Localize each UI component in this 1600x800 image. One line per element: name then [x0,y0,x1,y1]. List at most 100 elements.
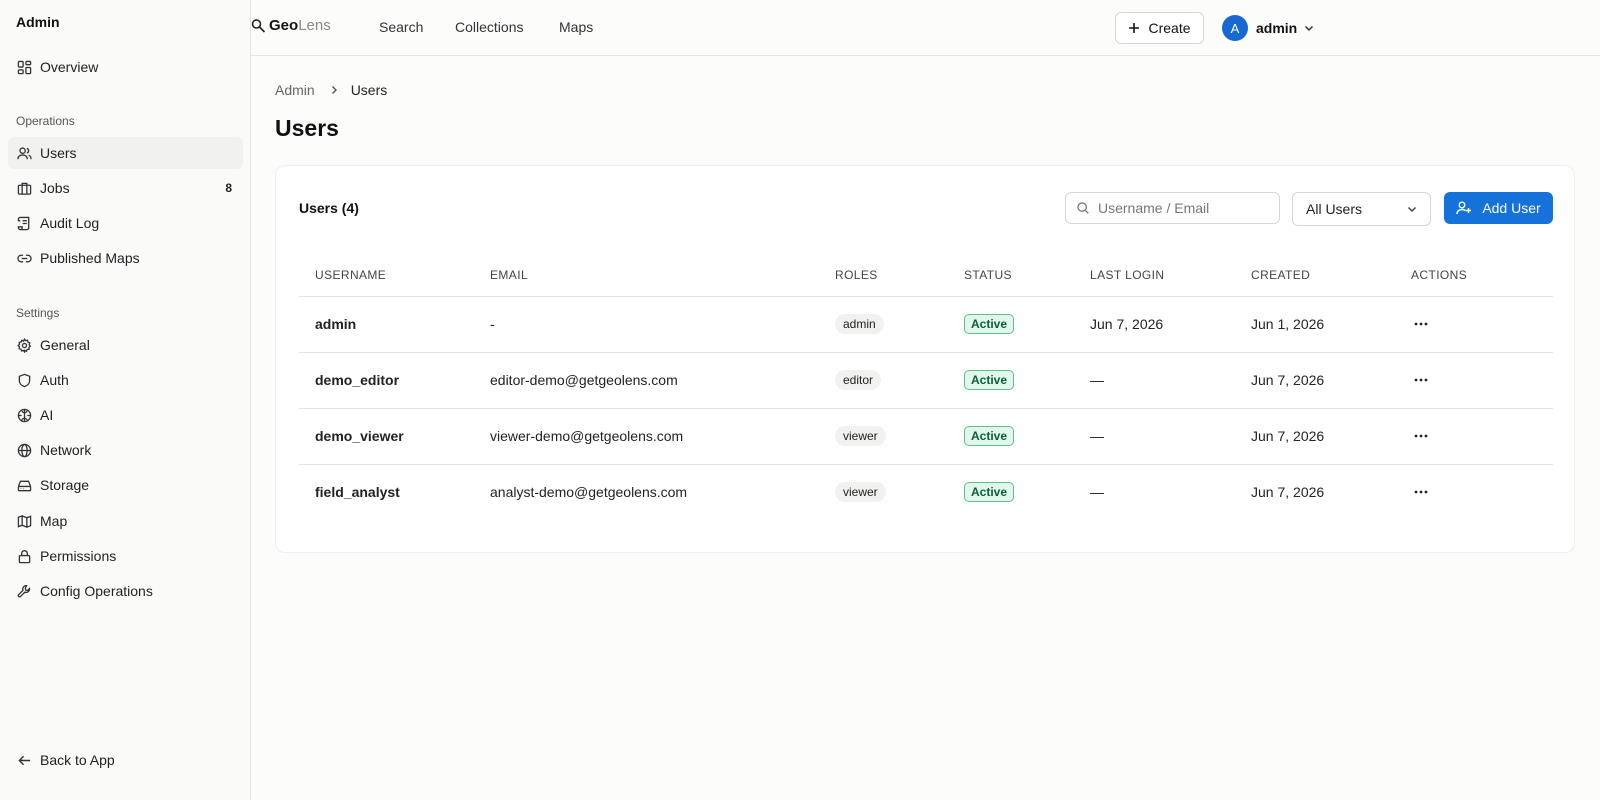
cell-email: analyst-demo@getgeolens.com [490,484,688,501]
top-bar: Geo Lens Search Collections Maps Create A… [251,0,1600,56]
sidebar-item-label: Auth [40,372,69,388]
sidebar-item-label: Storage [40,477,90,493]
avatar: A [1222,15,1248,41]
col-header-roles: ROLES [819,254,948,297]
col-header-username[interactable]: USERNAME [299,254,474,297]
search-input[interactable] [1098,200,1268,216]
brain-icon [17,408,32,422]
user-plus-icon [1456,201,1472,215]
table-row[interactable]: demo_viewer viewer-demo@getgeolens.com v… [299,408,1553,465]
table-row[interactable]: demo_editor editor-demo@getgeolens.com e… [299,352,1553,409]
link-icon [17,254,32,262]
briefcase-icon [17,182,32,195]
sidebar-item-audit-log[interactable]: Audit Log [8,207,243,239]
users-card: Users (4) All Users Add User USERNAME EM… [275,165,1575,553]
scroll-icon [17,216,30,230]
add-user-button[interactable]: Add User [1444,192,1553,224]
user-filter-select[interactable]: All Users [1292,192,1431,226]
admin-sidebar: Admin Overview Operations Users Jobs 8 A… [0,0,251,800]
create-button[interactable]: Create [1115,12,1204,44]
nav-maps[interactable]: Maps [559,19,593,35]
nav-search[interactable]: Search [379,19,423,35]
more-actions-icon[interactable] [1411,316,1431,332]
users-table: USERNAME EMAIL ROLES STATUS LAST LOGIN C… [299,254,1553,520]
search-icon [1077,202,1089,214]
cell-status: Active [948,296,1074,353]
cell-email: viewer-demo@getgeolens.com [474,408,819,465]
sidebar-item-label: Jobs [40,180,70,196]
col-header-actions: ACTIONS [1395,254,1553,297]
jobs-count-badge: 8 [225,181,232,195]
cell-last-login: — [1090,484,1104,501]
sidebar-item-label: General [40,337,90,353]
col-header-last-login[interactable]: LAST LOGIN [1074,254,1235,297]
sidebar-item-label: Audit Log [40,215,100,231]
more-actions-icon[interactable] [1411,428,1431,444]
more-actions-icon[interactable] [1411,372,1431,388]
sidebar-item-storage[interactable]: Storage [8,469,243,501]
status-badge: Active [964,426,1015,446]
cell-status: Active [948,352,1074,409]
sidebar-item-label: Config Operations [40,583,153,599]
table-row[interactable]: field_analyst analyst-demo@getgeolens.co… [299,464,1553,520]
chevron-down-icon [1407,206,1417,213]
table-header-row: USERNAME EMAIL ROLES STATUS LAST LOGIN C… [299,254,1553,297]
cell-actions [1395,408,1553,465]
sidebar-item-auth[interactable]: Auth [8,364,243,396]
sidebar-item-general[interactable]: General [8,329,243,361]
cell-username: field_analyst [315,484,400,501]
chevron-right-icon [331,86,337,94]
gear-icon [17,337,32,353]
globe-icon [17,443,32,457]
dashboard-icon [17,60,32,74]
users-count-title: Users (4) [299,200,359,216]
filter-selected-value: All Users [1306,201,1363,217]
user-menu[interactable]: A admin [1222,15,1315,41]
search-logo-icon [251,18,266,33]
cell-created: Jun 7, 2026 [1251,484,1325,501]
nav-collections[interactable]: Collections [455,19,523,35]
plus-icon [1129,23,1140,33]
logo-text-bold: Geo [269,17,299,34]
sidebar-item-ai[interactable]: AI [8,399,243,431]
sidebar-section-settings: Settings [16,306,60,320]
sidebar-item-jobs[interactable]: Jobs 8 [8,172,243,204]
col-header-status: STATUS [948,254,1074,297]
sidebar-item-config-operations[interactable]: Config Operations [8,575,243,607]
add-user-label: Add User [1482,200,1541,216]
back-to-app-link[interactable]: Back to App [8,744,243,776]
status-badge: Active [964,482,1015,503]
cell-status: Active [948,408,1074,465]
shield-icon [18,373,31,387]
cell-username: demo_editor [299,352,474,409]
cell-roles: viewer [819,464,948,520]
cell-actions [1395,352,1553,409]
more-actions-icon[interactable] [1411,484,1431,500]
search-field[interactable] [1065,192,1280,224]
col-header-email[interactable]: EMAIL [474,254,819,297]
cell-last-login: — [1074,408,1235,465]
cell-roles: editor [819,352,948,409]
cell-roles: admin [819,296,948,353]
sidebar-section-operations: Operations [16,114,75,128]
sidebar-item-overview[interactable]: Overview [8,51,243,83]
sidebar-item-network[interactable]: Network [8,434,243,466]
sidebar-item-permissions[interactable]: Permissions [8,540,243,572]
sidebar-item-map[interactable]: Map [8,505,243,537]
user-name: admin [1256,20,1298,36]
cell-actions [1395,296,1553,353]
cell-actions [1395,464,1553,520]
geolens-logo[interactable]: Geo Lens [251,17,331,34]
logo-text-light: Lens [298,17,331,34]
sidebar-item-published-maps[interactable]: Published Maps [8,242,243,274]
breadcrumb-admin[interactable]: Admin [275,82,315,98]
breadcrumb-current: Users [350,82,388,98]
sidebar-item-users[interactable]: Users [8,137,243,169]
arrow-left-icon [18,755,31,765]
col-header-created[interactable]: CREATED [1235,254,1395,297]
cell-roles: viewer [819,408,948,465]
sidebar-item-label: Users [40,145,77,161]
cell-email: - [474,296,819,353]
cell-username: admin [299,296,474,353]
table-row[interactable]: admin - admin Active Jun 7, 2026 Jun 1, … [299,296,1553,353]
